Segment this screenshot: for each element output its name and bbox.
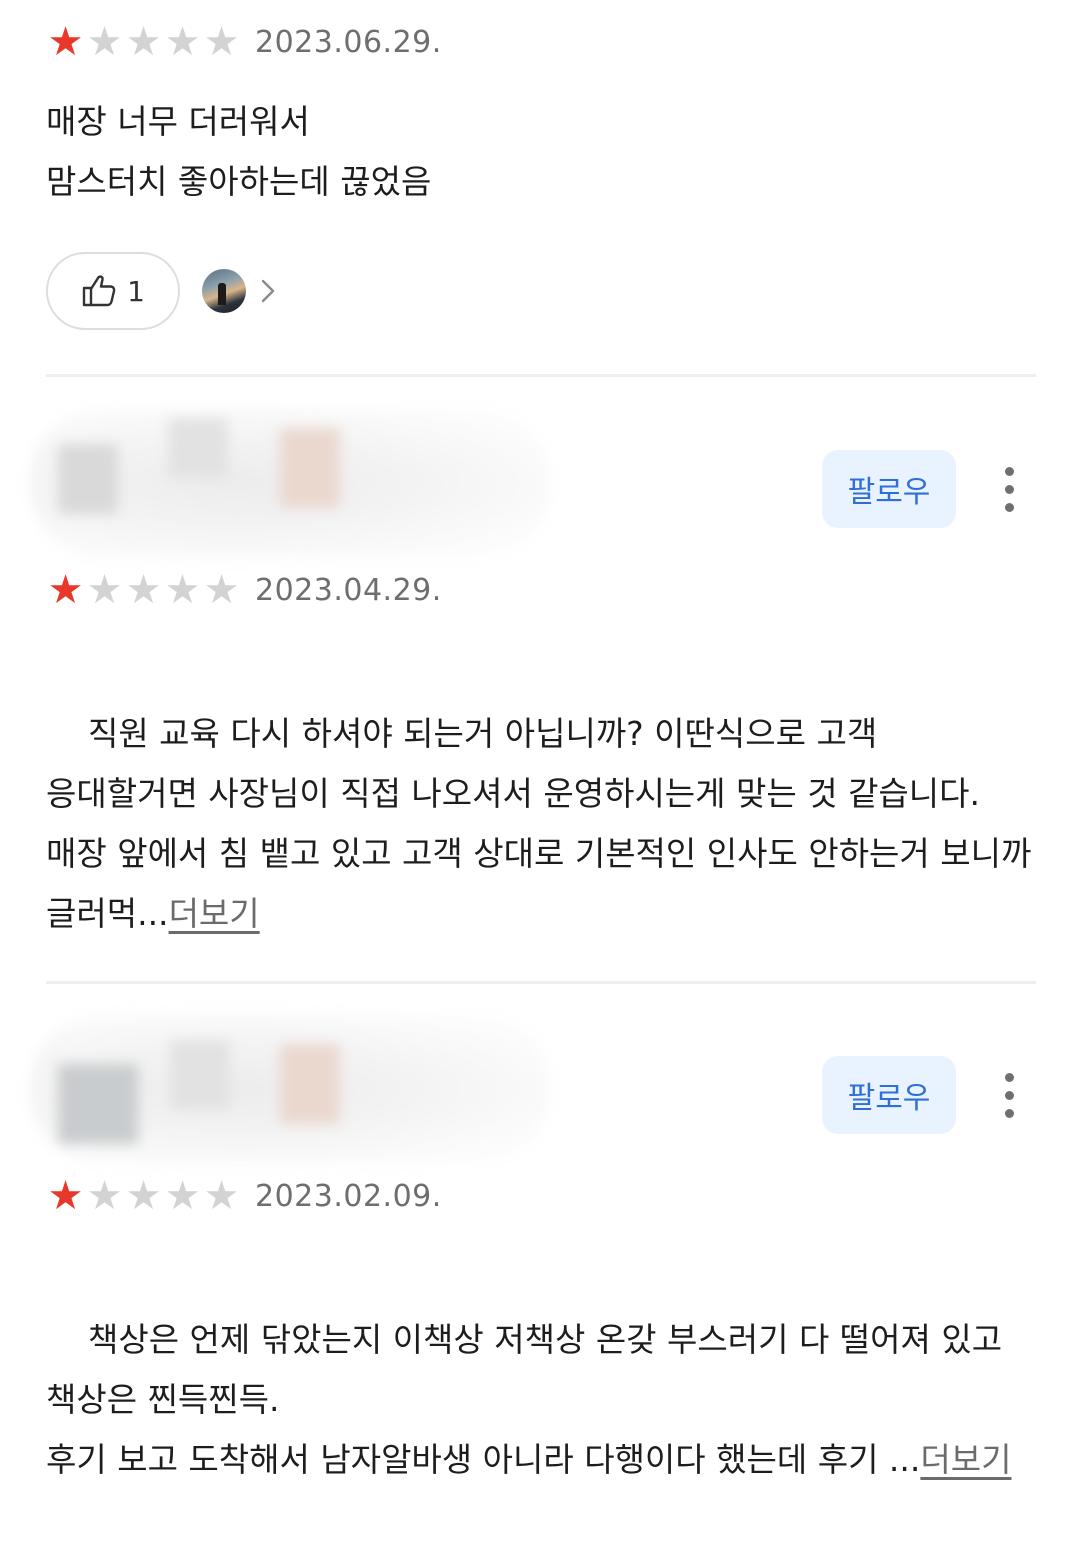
review-item: ★ ★ ★ ★ ★ 2023.02.09. 책상은 언제 닦았는지 이책상 저책…: [46, 1176, 1036, 1550]
read-more-link[interactable]: 더보기: [920, 1440, 1011, 1479]
review-text-container: 직원 교육 다시 하셔야 되는거 아닙니까? 이딴식으로 고객 응대할거면 사장…: [46, 644, 1036, 1004]
review-author-row: 팔로우: [30, 1014, 1040, 1164]
star-empty-icon: ★: [125, 19, 162, 65]
review-actions: 1: [46, 252, 1036, 330]
review-item: ★ ★ ★ ★ ★ 2023.06.29. 매장 너무 더러워서 맘스터치 좋아…: [46, 22, 1036, 330]
star-filled-icon: ★: [47, 567, 84, 613]
like-count: 1: [127, 274, 145, 308]
follow-button[interactable]: 팔로우: [822, 450, 956, 528]
star-empty-icon: ★: [203, 1173, 240, 1219]
star-empty-icon: ★: [86, 19, 123, 65]
read-more-link[interactable]: 더보기: [169, 894, 260, 933]
star-rating: ★ ★ ★ ★ ★: [46, 1176, 241, 1216]
star-rating: ★ ★ ★ ★ ★: [46, 570, 241, 610]
star-empty-icon: ★: [125, 567, 162, 613]
chevron-right-icon[interactable]: [258, 276, 278, 306]
star-filled-icon: ★: [47, 1173, 84, 1219]
more-vertical-icon[interactable]: [994, 1058, 1024, 1132]
reviewer-photo-thumbnail[interactable]: [202, 269, 246, 313]
star-empty-icon: ★: [164, 19, 201, 65]
review-date: 2023.06.29.: [255, 24, 442, 60]
review-rating-row: ★ ★ ★ ★ ★ 2023.06.29.: [46, 22, 1036, 62]
star-empty-icon: ★: [203, 567, 240, 613]
review-date: 2023.02.09.: [255, 1178, 442, 1214]
review-divider: [46, 374, 1036, 377]
review-date: 2023.04.29.: [255, 572, 442, 608]
star-filled-icon: ★: [47, 19, 84, 65]
follow-button[interactable]: 팔로우: [822, 1056, 956, 1134]
star-rating: ★ ★ ★ ★ ★: [46, 22, 241, 62]
blurred-author-info: [30, 408, 550, 558]
star-empty-icon: ★: [203, 19, 240, 65]
review-author-row: 팔로우: [30, 408, 1040, 558]
star-empty-icon: ★: [164, 567, 201, 613]
star-empty-icon: ★: [125, 1173, 162, 1219]
review-text: 책상은 언제 닦았는지 이책상 저책상 온갖 부스러기 다 떨어져 있고 책상은…: [46, 1320, 1003, 1479]
like-button[interactable]: 1: [46, 252, 180, 330]
star-empty-icon: ★: [164, 1173, 201, 1219]
star-empty-icon: ★: [86, 1173, 123, 1219]
review-rating-row: ★ ★ ★ ★ ★ 2023.02.09.: [46, 1176, 1036, 1216]
review-text: 매장 너무 더러워서 맘스터치 좋아하는데 끊었음: [46, 102, 432, 201]
star-empty-icon: ★: [86, 567, 123, 613]
more-vertical-icon[interactable]: [994, 452, 1024, 526]
review-text-container: 책상은 언제 닦았는지 이책상 저책상 온갖 부스러기 다 떨어져 있고 책상은…: [46, 1250, 1036, 1550]
review-divider: [46, 981, 1036, 984]
blurred-author-info: [30, 1014, 550, 1164]
thumbs-up-icon: [81, 274, 119, 308]
review-rating-row: ★ ★ ★ ★ ★ 2023.04.29.: [46, 570, 1036, 610]
